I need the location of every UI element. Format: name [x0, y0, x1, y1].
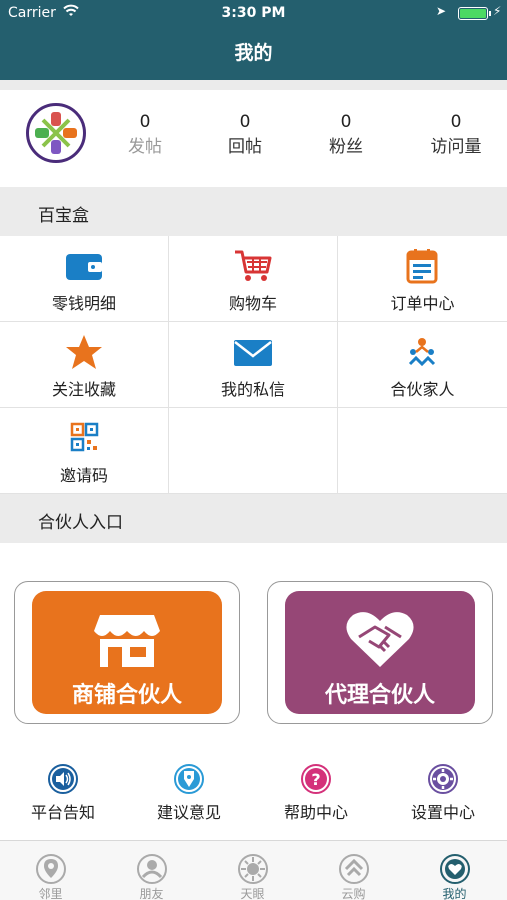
partner-header: 合伙人入口	[0, 495, 507, 543]
partner-area: 商铺合伙人 代理合伙人 平台告知 建议意见 ? 帮助中心 设置中心	[0, 543, 507, 840]
qrcode-icon	[70, 422, 99, 452]
charging-icon: ⚡	[493, 4, 502, 18]
stat-visits[interactable]: 0 访问量	[411, 112, 501, 157]
pen-icon	[174, 764, 204, 794]
partner-section-title: 合伙人入口	[38, 513, 123, 533]
toolbox-header: 百宝盒	[0, 188, 507, 236]
status-time: 3:30 PM	[221, 5, 286, 21]
grid-item-messages[interactable]: 我的私信	[169, 322, 338, 408]
toolbox-title: 百宝盒	[38, 206, 89, 226]
stat-replies[interactable]: 0 回帖	[200, 112, 290, 157]
util-feedback[interactable]: 建议意见	[126, 763, 252, 823]
speaker-icon	[48, 764, 78, 794]
tab-sky-eye[interactable]: 天眼	[202, 841, 303, 900]
stat-fans-value: 0	[340, 112, 352, 132]
handshake-heart-icon	[346, 612, 414, 667]
grid-item-invite-code[interactable]: 邀请码	[0, 408, 169, 494]
util-label: 帮助中心	[283, 803, 348, 822]
tab-label: 云购	[341, 887, 366, 900]
calendar-icon	[406, 249, 438, 284]
location-arrow-icon: ➤	[436, 4, 447, 18]
shop-partner-button[interactable]: 商铺合伙人	[32, 591, 222, 714]
agent-partner-button[interactable]: 代理合伙人	[285, 591, 475, 714]
stat-visits-value: 0	[450, 112, 462, 132]
battery-icon	[458, 7, 488, 20]
tab-bar: 邻里 朋友 天眼 云购 我的	[0, 840, 507, 900]
stat-posts-value: 0	[139, 112, 151, 132]
avatar[interactable]	[26, 103, 86, 163]
app-header: Carrier 3:30 PM ➤ ⚡ 我的	[0, 0, 507, 80]
grid-item-favorites[interactable]: 关注收藏	[0, 322, 169, 408]
friends-icon	[137, 854, 167, 884]
stat-fans[interactable]: 0 粉丝	[301, 112, 391, 157]
location-icon	[36, 854, 66, 884]
toolbox-grid: 零钱明细 购物车 订单中心 关注收藏 我的私信 合伙家人 邀请码	[0, 236, 507, 494]
stat-replies-label: 回帖	[228, 137, 262, 157]
grid-item-wallet[interactable]: 零钱明细	[0, 236, 169, 322]
grid-item-label: 合伙家人	[390, 380, 455, 399]
stat-replies-value: 0	[239, 112, 251, 132]
shop-partner-card[interactable]: 商铺合伙人	[14, 581, 240, 724]
cart-icon	[235, 250, 272, 281]
grid-item-empty	[169, 408, 338, 494]
tab-label: 邻里	[38, 887, 63, 900]
util-announcement[interactable]: 平台告知	[0, 763, 126, 823]
svg-text:?: ?	[311, 770, 320, 789]
cloud-buy-icon	[339, 854, 369, 884]
tab-neighbors[interactable]: 邻里	[0, 841, 101, 900]
grid-item-label: 邀请码	[59, 466, 108, 485]
stat-posts-label: 发帖	[128, 137, 162, 157]
agent-partner-label: 代理合伙人	[324, 683, 435, 708]
stat-fans-label: 粉丝	[329, 137, 363, 157]
page-title: 我的	[234, 42, 273, 64]
agent-partner-card[interactable]: 代理合伙人	[267, 581, 493, 724]
profile-summary: 0 发帖 0 回帖 0 粉丝 0 访问量	[0, 90, 507, 187]
status-bar: Carrier 3:30 PM ➤ ⚡	[0, 0, 507, 28]
help-icon: ?	[301, 764, 331, 794]
tab-friends[interactable]: 朋友	[101, 841, 202, 900]
wallet-icon	[66, 254, 102, 280]
mail-icon	[234, 340, 272, 366]
tab-cloud-buy[interactable]: 云购	[303, 841, 404, 900]
util-label: 设置中心	[410, 803, 475, 822]
stat-posts[interactable]: 0 发帖	[100, 112, 190, 157]
eye-icon	[238, 854, 268, 884]
tab-me[interactable]: 我的	[404, 841, 505, 900]
grid-item-label: 我的私信	[220, 380, 285, 399]
grid-item-orders[interactable]: 订单中心	[338, 236, 507, 322]
util-label: 平台告知	[30, 803, 95, 822]
util-help[interactable]: ? 帮助中心	[253, 763, 379, 823]
stat-visits-label: 访问量	[430, 137, 482, 157]
grid-item-partners-family[interactable]: 合伙家人	[338, 322, 507, 408]
store-icon	[94, 615, 160, 667]
grid-item-cart[interactable]: 购物车	[169, 236, 338, 322]
grid-item-empty	[338, 408, 507, 494]
grid-item-label: 订单中心	[390, 294, 455, 313]
shop-partner-label: 商铺合伙人	[71, 683, 182, 708]
grid-item-label: 零钱明细	[51, 294, 116, 313]
util-settings[interactable]: 设置中心	[380, 763, 506, 823]
settings-icon	[428, 764, 458, 794]
tab-label: 天眼	[240, 887, 265, 900]
people-icon	[408, 338, 436, 367]
star-icon	[66, 335, 102, 369]
grid-item-label: 购物车	[228, 294, 277, 313]
grid-item-label: 关注收藏	[51, 380, 116, 399]
tab-label: 朋友	[139, 887, 164, 900]
me-icon	[440, 854, 470, 884]
util-label: 建议意见	[156, 803, 221, 822]
tab-label: 我的	[442, 887, 467, 900]
